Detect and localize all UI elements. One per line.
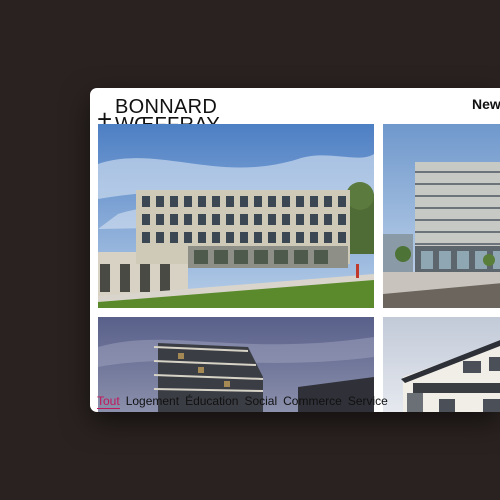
filter-social[interactable]: Social: [244, 394, 277, 409]
project-tile-school[interactable]: [98, 124, 374, 308]
filter-commerce[interactable]: Commerce: [283, 394, 342, 409]
project-tile-residential[interactable]: [383, 124, 500, 308]
category-filter-bar: Tout Logement Éducation Social Commerce …: [97, 394, 388, 409]
project-tile-house[interactable]: [383, 317, 500, 412]
browser-window: + BONNARD WŒFFRAY News: [90, 88, 500, 412]
project-image: [383, 124, 500, 308]
filter-service[interactable]: Service: [348, 394, 388, 409]
project-image: [98, 124, 374, 308]
filter-tout[interactable]: Tout: [97, 394, 120, 409]
project-image: [383, 317, 500, 412]
nav-link-news[interactable]: News: [472, 96, 500, 112]
filter-logement[interactable]: Logement: [126, 394, 179, 409]
filter-education[interactable]: Éducation: [185, 394, 238, 409]
